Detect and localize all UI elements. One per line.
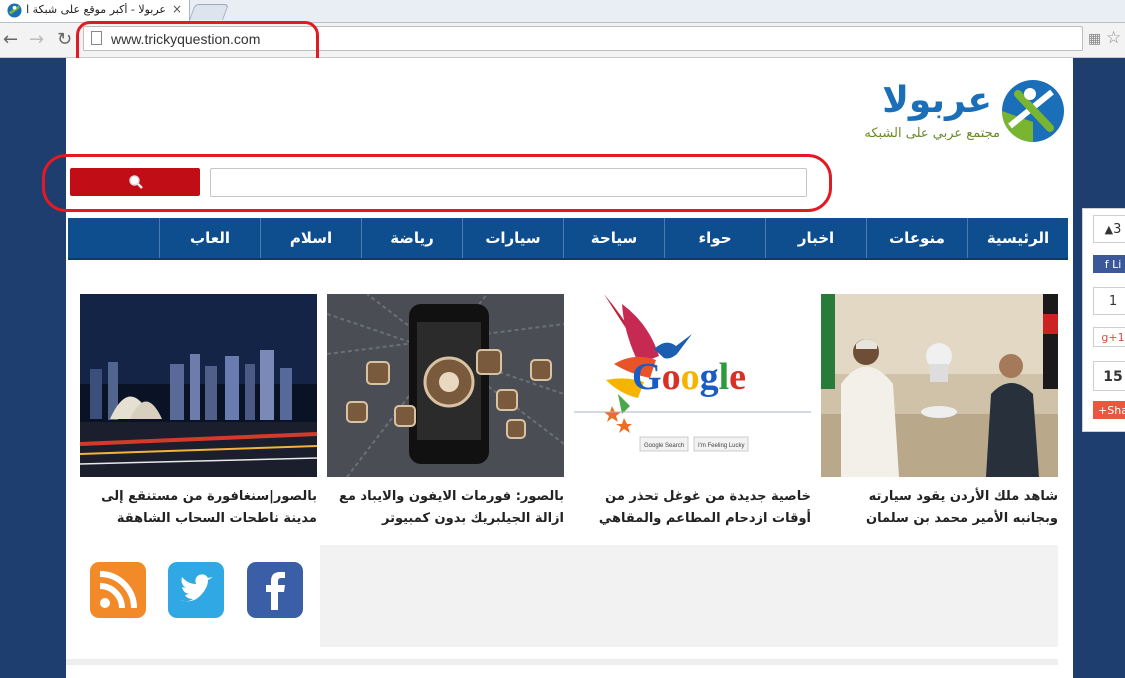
rss-icon[interactable] xyxy=(90,562,146,618)
city-night[interactable] xyxy=(80,294,317,477)
browser-tab[interactable]: عربولا - أكبر موقع على شبكة الا × xyxy=(0,0,190,22)
translate-icon[interactable]: ▦ xyxy=(1088,31,1101,47)
gplus-button[interactable]: g+1 xyxy=(1093,327,1125,347)
share-button[interactable]: +Sha xyxy=(1093,401,1125,419)
bookmark-star-icon[interactable]: ☆ xyxy=(1106,28,1121,48)
thumbs-up-icon: ▲ xyxy=(1104,223,1114,236)
site-logo[interactable]: عربولا مجتمع عربي على الشبكه xyxy=(856,78,1070,152)
nav-home[interactable]: الرئيسية xyxy=(967,218,1068,258)
svg-text:I'm Feeling Lucky: I'm Feeling Lucky xyxy=(698,443,745,449)
article-card[interactable]: Google Google Search I'm Feeling Lucky خ… xyxy=(574,294,811,526)
google-logo[interactable]: Google Google Search I'm Feeling Lucky xyxy=(574,294,811,477)
gplus-count: 1 xyxy=(1093,287,1125,315)
nav-cars[interactable]: سيارات xyxy=(462,218,563,258)
reload-icon[interactable]: ↻ xyxy=(57,29,72,50)
logo-mark-icon xyxy=(1002,80,1064,142)
nav-women[interactable]: حواء xyxy=(664,218,765,258)
footer-divider xyxy=(66,659,1058,665)
tab-title: عربولا - أكبر موقع على شبكة الا xyxy=(26,3,166,16)
nav-news[interactable]: اخبار xyxy=(765,218,866,258)
share-count: 15 xyxy=(1093,361,1125,391)
share-widget: ▲3 f Li 1 g+1 15 +Sha xyxy=(1082,208,1125,432)
back-arrow-icon[interactable]: ← xyxy=(3,29,18,50)
facebook-icon[interactable] xyxy=(247,562,303,618)
search-annotation-highlight xyxy=(42,154,832,212)
nav-islam[interactable]: اسلام xyxy=(260,218,361,258)
browser-tab-strip: عربولا - أكبر موقع على شبكة الا × xyxy=(0,0,1125,23)
svg-text:Google Search: Google Search xyxy=(644,443,684,449)
tab-close-icon[interactable]: × xyxy=(172,2,182,16)
article-title[interactable]: بالصور|سنغافورة من مستنقع إلى مدينة ناطح… xyxy=(80,486,317,530)
ad-placeholder xyxy=(320,545,1058,647)
fb-like-count: ▲3 xyxy=(1093,215,1125,243)
logo-wordmark: عربولا xyxy=(882,80,992,121)
web-page: عربولا مجتمع عربي على الشبكه الرئيسية من… xyxy=(42,58,1073,678)
nav-empty-slot xyxy=(68,218,159,258)
meeting-photo[interactable] xyxy=(821,294,1058,477)
fb-like-button[interactable]: f Li xyxy=(1093,255,1125,273)
social-icons xyxy=(80,545,320,625)
twitter-icon[interactable] xyxy=(168,562,224,618)
article-card[interactable]: بالصور|سنغافورة من مستنقع إلى مدينة ناطح… xyxy=(80,294,317,526)
svg-text:Google: Google xyxy=(632,356,746,398)
forward-arrow-icon[interactable]: → xyxy=(29,29,44,50)
nav-tourism[interactable]: سياحة xyxy=(563,218,664,258)
facebook-icon: f xyxy=(1104,258,1109,271)
main-nav: الرئيسية منوعات اخبار حواء سياحة سيارات … xyxy=(68,218,1068,260)
article-card[interactable]: بالصور: فورمات الايفون والايباد مع ازالة… xyxy=(327,294,564,526)
article-card[interactable]: شاهد ملك الأردن يقود سيارته وبجانبه الأم… xyxy=(821,294,1058,526)
article-title[interactable]: خاصية جديدة من غوغل تحذر من أوقات ازدحام… xyxy=(574,486,811,530)
nav-sports[interactable]: رياضة xyxy=(361,218,462,258)
new-tab-button[interactable] xyxy=(189,4,229,20)
nav-games[interactable]: العاب xyxy=(159,218,260,258)
site-favicon-icon xyxy=(7,3,22,18)
iphone-apps[interactable] xyxy=(327,294,564,477)
article-title[interactable]: شاهد ملك الأردن يقود سيارته وبجانبه الأم… xyxy=(821,486,1058,530)
logo-tagline: مجتمع عربي على الشبكه xyxy=(864,126,1000,141)
nav-misc[interactable]: منوعات xyxy=(866,218,967,258)
article-title[interactable]: بالصور: فورمات الايفون والايباد مع ازالة… xyxy=(327,486,564,530)
plus-icon: + xyxy=(1098,404,1108,417)
